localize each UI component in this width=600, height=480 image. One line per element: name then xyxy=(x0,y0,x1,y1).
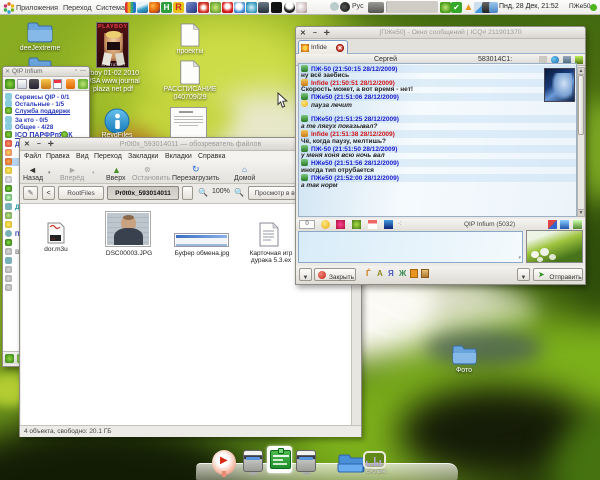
svg-text:♪♪: ♪♪ xyxy=(51,236,55,241)
